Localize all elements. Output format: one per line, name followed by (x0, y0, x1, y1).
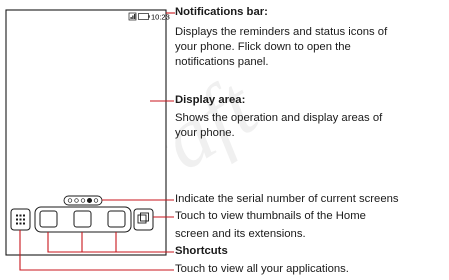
indicator-dot (80, 198, 86, 203)
shortcut-3[interactable] (107, 210, 126, 228)
screen-indicator-desc: Indicate the serial number of current sc… (175, 193, 399, 205)
display-area-desc-2: your phone. (175, 127, 235, 139)
app-grid-icon (16, 214, 25, 225)
notifications-bar-title: Notifications bar: (175, 6, 268, 18)
status-time: 10:23 (151, 13, 170, 22)
display-area-title: Display area: (175, 94, 246, 106)
notifications-bar-desc-3: notifications panel. (175, 56, 269, 68)
all-apps-desc: Touch to view all your applications. (175, 263, 349, 275)
indicator-dot-current (86, 197, 93, 204)
notifications-bar-desc-2: your phone. Flick down to open the (175, 41, 351, 53)
indicator-dot (93, 198, 99, 203)
shortcut-1[interactable] (39, 210, 58, 228)
shortcuts-title: Shortcuts (175, 245, 228, 257)
thumbnails-desc-1: Touch to view thumbnails of the Home (175, 210, 366, 222)
shortcut-2[interactable] (73, 210, 92, 228)
indicator-dot (74, 198, 79, 203)
indicator-dot (67, 198, 73, 203)
notifications-bar-desc-1: Displays the reminders and status icons … (175, 26, 388, 38)
thumbnails-desc-2: screen and its extensions. (175, 228, 306, 240)
display-area-desc-1: Shows the operation and display areas of (175, 112, 383, 124)
thumbnails-button[interactable] (133, 208, 154, 231)
